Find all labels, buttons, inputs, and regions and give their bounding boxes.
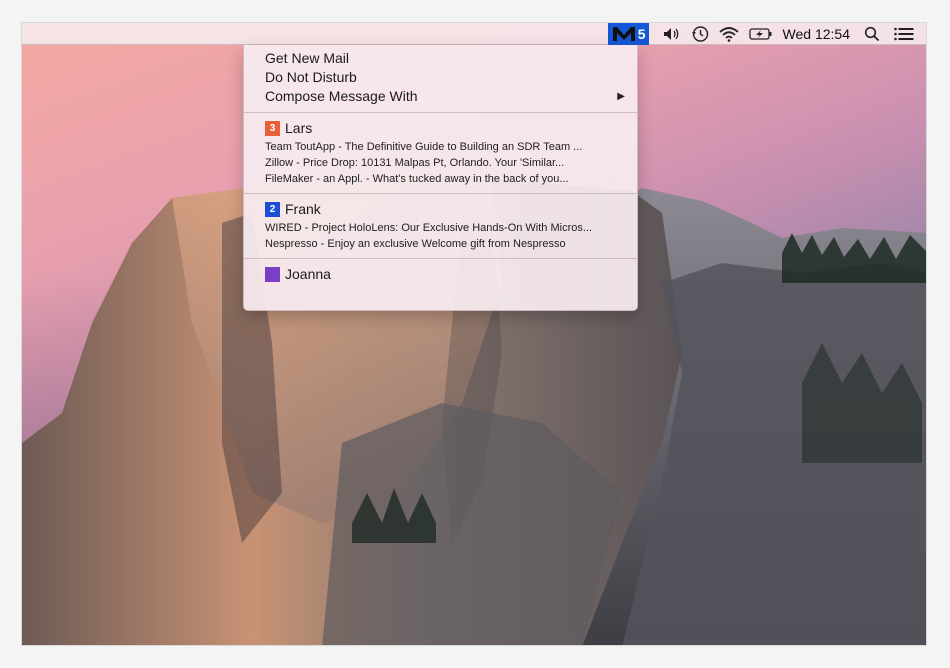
mail-dropdown-menu: Get New Mail Do Not Disturb Compose Mess… <box>243 45 638 311</box>
message-item[interactable]: Nespresso - Enjoy an exclusive Welcome g… <box>244 236 637 252</box>
menu-item-label: Compose Message With <box>265 88 418 104</box>
account-badge: 2 <box>265 201 280 217</box>
app-logo-icon <box>612 26 635 41</box>
spotlight-search-icon <box>864 26 880 41</box>
time-machine-icon <box>691 25 708 42</box>
menu-separator <box>244 112 637 113</box>
volume-status-item[interactable] <box>663 23 681 45</box>
message-item[interactable]: WIRED - Project HoloLens: Our Exclusive … <box>244 220 637 236</box>
notification-center-icon <box>894 27 914 40</box>
unread-count: 5 <box>637 25 646 42</box>
message-item[interactable]: Team ToutApp - The Definitive Guide to B… <box>244 139 637 155</box>
account-badge: 3 <box>265 120 280 136</box>
message-item[interactable]: Zillow - Price Drop: 10131 Malpas Pt, Or… <box>244 155 637 171</box>
account-joanna[interactable]: Joanna <box>244 263 637 285</box>
time-machine-status-item[interactable] <box>691 23 709 45</box>
menu-item-label: Get New Mail <box>265 50 350 66</box>
message-item[interactable]: FileMaker - an Appl. - What's tucked awa… <box>244 171 637 187</box>
clock[interactable]: Wed 12:54 <box>783 23 850 45</box>
battery-status-item[interactable] <box>748 23 773 45</box>
menu-item-get-new-mail[interactable]: Get New Mail <box>244 49 637 68</box>
battery-icon <box>748 27 772 40</box>
spotlight-status-item[interactable] <box>864 23 880 45</box>
wifi-status-item[interactable] <box>718 23 739 45</box>
account-name: Frank <box>285 201 321 217</box>
account-name: Joanna <box>285 266 331 282</box>
volume-icon <box>663 27 678 40</box>
mail-app-status-item[interactable]: 5 <box>607 23 649 45</box>
account-name: Lars <box>285 120 313 136</box>
account-frank[interactable]: 2 Frank <box>244 198 637 220</box>
menu-item-compose-message-with[interactable]: Compose Message With ▶ <box>244 87 637 106</box>
account-lars[interactable]: 3 Lars <box>244 117 637 139</box>
menu-bar: 5 Wed 12:54 <box>22 23 926 45</box>
submenu-arrow-icon: ▶ <box>617 91 625 102</box>
menu-item-do-not-disturb[interactable]: Do Not Disturb <box>244 68 637 87</box>
account-badge <box>265 266 280 282</box>
desktop: 5 Wed 12:54 Get New Mail Do Not Disturb … <box>21 22 927 646</box>
wifi-icon <box>718 26 739 42</box>
menu-separator <box>244 193 637 194</box>
menu-separator <box>244 258 637 259</box>
notification-center-status-item[interactable] <box>894 23 914 45</box>
menu-item-label: Do Not Disturb <box>265 69 357 85</box>
